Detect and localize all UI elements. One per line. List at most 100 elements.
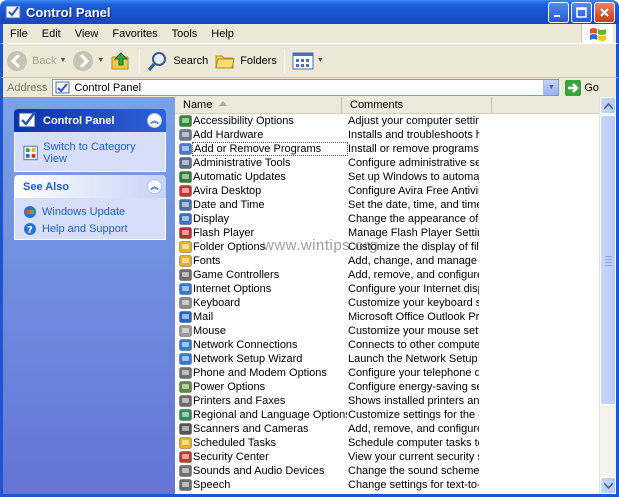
list-item[interactable]: Mail Microsoft Office Outlook Profiles [175, 310, 599, 324]
speech-icon [178, 479, 192, 491]
title-bar[interactable]: Control Panel [0, 0, 619, 24]
scroll-up-button[interactable] [600, 97, 616, 114]
list-item[interactable]: Date and Time Set the date, time, and tim… [175, 198, 599, 212]
list-item[interactable]: Phone and Modem Options Configure your te… [175, 366, 599, 380]
back-label: Back [32, 54, 57, 67]
list-item[interactable]: Sounds and Audio Devices Change the sound… [175, 464, 599, 478]
items-list[interactable]: Name Comments Accessibility Options Adjus… [175, 97, 599, 494]
search-button[interactable]: Search [144, 46, 211, 76]
see-also-section-header[interactable]: See Also ︽ [14, 175, 166, 198]
list-item[interactable]: Mouse Customize your mouse setting... [175, 324, 599, 338]
menu-help[interactable]: Help [204, 28, 241, 40]
list-item[interactable]: Flash PlayerManage Flash Player Settings [175, 226, 599, 240]
keyboard-icon [178, 297, 192, 309]
item-comment: Add, remove, and configure g... [348, 269, 479, 281]
list-item[interactable]: Keyboard Customize your keyboard sett... [175, 296, 599, 310]
back-button[interactable]: Back ▼ [3, 46, 69, 76]
scroll-grip [605, 265, 612, 266]
item-name: Network Setup Wizard [193, 353, 303, 365]
control-panel-section-header[interactable]: Control Panel ︽ [14, 109, 166, 132]
windows-update-link[interactable]: Windows Update [23, 205, 157, 219]
list-item[interactable]: Game Controllers Add, remove, and configu… [175, 268, 599, 282]
close-icon [600, 8, 609, 17]
list-item[interactable]: Administrative Tools Configure administra… [175, 156, 599, 170]
item-name: Internet Options [193, 283, 272, 295]
close-button[interactable] [594, 2, 615, 23]
maximize-button[interactable] [571, 2, 592, 23]
list-item[interactable]: Display Change the appearance of yo... [175, 212, 599, 226]
camera-icon [178, 423, 192, 435]
forward-button[interactable]: ▼ [69, 46, 107, 76]
menu-bar: File Edit View Favorites Tools Help [0, 24, 619, 43]
item-comment: Change settings for text-to-s... [348, 479, 479, 491]
comments-column-header[interactable]: Comments [342, 97, 492, 113]
address-dropdown-button[interactable]: ▼ [543, 80, 559, 95]
views-button[interactable]: ▼ [289, 46, 327, 76]
scroll-thumb[interactable] [600, 115, 616, 405]
mail-icon [178, 311, 192, 323]
list-item[interactable]: Scheduled Tasks Schedule computer tasks t… [175, 436, 599, 450]
accessibility-icon [178, 115, 192, 127]
network-icon [178, 339, 192, 351]
item-comment: Change the appearance of yo... [348, 213, 479, 225]
collapse-icon[interactable]: ︽ [147, 179, 162, 194]
folders-button[interactable]: Folders [211, 46, 280, 76]
menu-tools[interactable]: Tools [165, 28, 205, 40]
item-name: Security Center [193, 451, 269, 463]
list-item[interactable]: Folder Options Customize the display of f… [175, 240, 599, 254]
fonts-icon [178, 255, 192, 267]
list-item[interactable]: Network Connections Connects to other com… [175, 338, 599, 352]
collapse-icon[interactable]: ︽ [147, 113, 162, 128]
menu-view[interactable]: View [68, 28, 106, 40]
list-item[interactable]: Add Hardware Installs and troubleshoots h… [175, 128, 599, 142]
list-item[interactable]: Accessibility Options Adjust your compute… [175, 114, 599, 128]
list-item[interactable]: Power Options Configure energy-saving set… [175, 380, 599, 394]
list-item[interactable]: Avira Desktop Configure Avira Free Antivi… [175, 184, 599, 198]
list-item[interactable]: Automatic Updates Set up Windows to autom… [175, 170, 599, 184]
watermark-text: www.wintips.org [263, 237, 379, 254]
admin-tools-icon [178, 157, 192, 169]
item-name: Game Controllers [193, 269, 280, 281]
up-folder-icon [111, 51, 129, 69]
up-folder-button[interactable] [107, 46, 135, 76]
name-column-header[interactable]: Name [175, 97, 342, 113]
list-item[interactable]: Scanners and Cameras Add, remove, and con… [175, 422, 599, 436]
item-comment: Connects to other computers,... [348, 339, 479, 351]
windows-update-label: Windows Update [42, 206, 126, 218]
item-name: Printers and Faxes [193, 395, 286, 407]
go-button[interactable]: Go [565, 79, 599, 96]
chevron-down-icon[interactable]: ▼ [59, 57, 66, 64]
display-icon [178, 213, 192, 225]
network-wizard-icon [178, 353, 192, 365]
clock-icon [178, 199, 192, 211]
help-and-support-link[interactable]: ? Help and Support [23, 222, 157, 236]
flash-icon [178, 227, 192, 239]
minimize-button[interactable] [548, 2, 569, 23]
list-item[interactable]: Network Setup Wizard Launch the Network S… [175, 352, 599, 366]
chevron-down-icon[interactable]: ▼ [97, 57, 104, 64]
item-name: Network Connections [193, 339, 298, 351]
menu-edit[interactable]: Edit [35, 28, 68, 40]
list-item[interactable]: Add or Remove Programs Install or remove … [175, 142, 599, 156]
list-item[interactable]: Internet Options Configure your Internet … [175, 282, 599, 296]
scroll-down-button[interactable] [600, 477, 616, 494]
menu-file[interactable]: File [3, 28, 35, 40]
task-pane: Control Panel ︽ Switch to Category View … [3, 97, 175, 494]
list-item[interactable]: Printers and Faxes Shows installed printe… [175, 394, 599, 408]
menu-favorites[interactable]: Favorites [105, 28, 164, 40]
vertical-scrollbar[interactable] [599, 97, 616, 494]
item-name: Phone and Modem Options [193, 367, 327, 379]
list-item[interactable]: Speech Change settings for text-to-s... [175, 478, 599, 492]
switch-category-view-link[interactable]: Switch to Category View [23, 141, 157, 165]
name-column-label: Name [183, 99, 213, 111]
chevron-down-icon[interactable]: ▼ [317, 57, 324, 64]
views-icon [292, 52, 314, 69]
list-item[interactable]: Security Center View your current securit… [175, 450, 599, 464]
address-input[interactable]: Control Panel ▼ [52, 79, 560, 96]
maximize-icon [576, 7, 587, 18]
list-item[interactable]: Fonts Add, change, and manage fo... [175, 254, 599, 268]
go-arrow-icon [565, 79, 582, 96]
item-comment: Add, change, and manage fo... [348, 255, 479, 267]
window-title: Control Panel [26, 4, 111, 20]
list-item[interactable]: Regional and Language Options Customize s… [175, 408, 599, 422]
